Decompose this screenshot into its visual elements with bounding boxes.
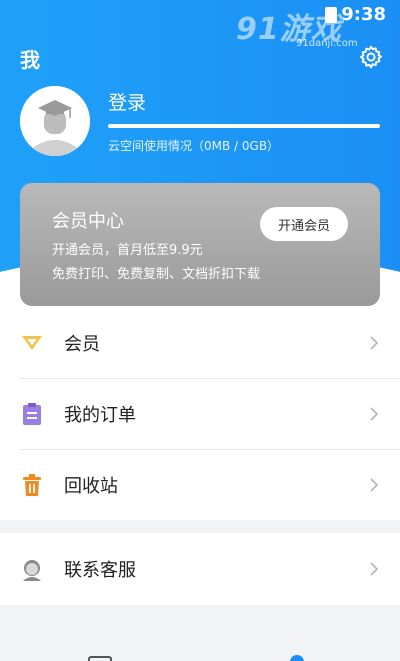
- open-vip-button[interactable]: 开通会员: [260, 207, 348, 241]
- menu-item-vip[interactable]: 会员: [0, 308, 400, 378]
- trash-icon: [20, 473, 44, 497]
- menu-item-label: 我的订单: [64, 405, 136, 426]
- graduate-avatar-icon: [20, 86, 90, 156]
- status-time: 9:38: [341, 4, 386, 25]
- nav-profile-icon[interactable]: [290, 655, 304, 661]
- vip-diamond-icon: [20, 331, 44, 355]
- status-bar: 9:38: [0, 0, 400, 30]
- status-icons: 9:38: [325, 4, 386, 25]
- menu-item-customer-service[interactable]: 联系客服: [0, 534, 400, 604]
- storage-progress-bar: [108, 124, 380, 128]
- menu-item-recycle-bin[interactable]: 回收站: [0, 450, 400, 520]
- chevron-right-icon: [370, 478, 379, 492]
- menu-item-label: 回收站: [64, 476, 118, 497]
- vip-card-benefits: 免费打印、免费复制、文档折扣下载: [52, 267, 261, 282]
- support-section: 联系客服: [0, 533, 400, 605]
- vip-card-title: 会员中心: [52, 211, 124, 232]
- page-title: 我: [20, 48, 40, 72]
- menu-list: 会员 我的订单 回收站: [0, 308, 400, 520]
- login-link[interactable]: 登录: [108, 88, 146, 115]
- chevron-right-icon: [370, 562, 379, 576]
- menu-item-label: 联系客服: [64, 560, 136, 581]
- avatar[interactable]: [20, 86, 90, 156]
- vip-center-card[interactable]: 会员中心 开通会员，首月低至9.9元 免费打印、免费复制、文档折扣下载 开通会员: [20, 183, 380, 306]
- sim-card-icon: [325, 6, 338, 23]
- menu-item-label: 会员: [64, 334, 100, 355]
- order-clipboard-icon: [20, 402, 44, 426]
- storage-usage-text: 云空间使用情况（0MB / 0GB）: [108, 139, 280, 153]
- nav-documents-icon[interactable]: [88, 656, 112, 661]
- vip-card-offer: 开通会员，首月低至9.9元: [52, 243, 203, 258]
- bottom-navigation: [0, 640, 400, 661]
- customer-service-icon: [20, 557, 44, 581]
- storage-progress-fill: [108, 124, 380, 128]
- menu-item-orders[interactable]: 我的订单: [0, 379, 400, 449]
- settings-gear-icon[interactable]: [358, 44, 384, 70]
- chevron-right-icon: [370, 336, 379, 350]
- chevron-right-icon: [370, 407, 379, 421]
